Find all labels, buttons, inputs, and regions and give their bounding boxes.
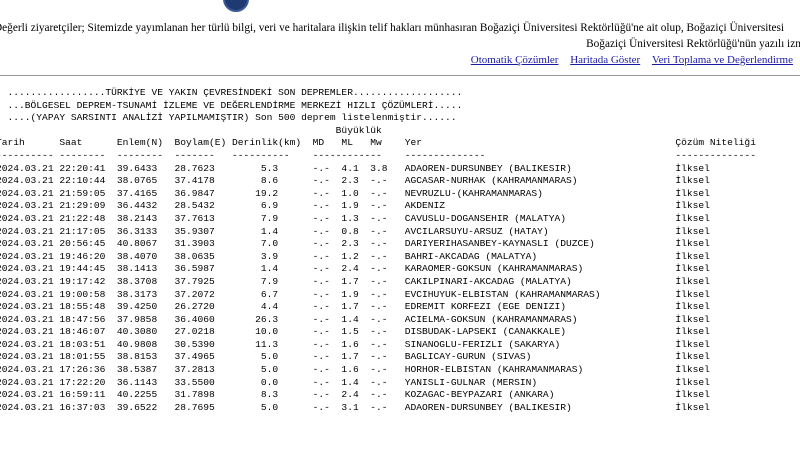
title-line: .................TÜRKİYE VE YAKIN ÇEVRES…: [0, 87, 463, 98]
university-logo: [223, 0, 249, 12]
show-on-map-link[interactable]: Haritada Göster: [570, 54, 640, 66]
table-row: 2024.03.21 17:26:36 38.5387 37.2813 5.0 …: [0, 364, 710, 376]
table-row: 2024.03.21 17:22:20 36.1143 33.5500 0.0 …: [0, 376, 710, 388]
automatic-solutions-link[interactable]: Otomatik Çözümler: [471, 54, 559, 66]
top-links: Otomatik Çözümler Haritada Göster Veri T…: [462, 54, 793, 66]
center-line: ...BÖLGESEL DEPREM-TSUNAMİ İZLEME VE DEĞ…: [0, 99, 463, 111]
table-row: 2024.03.21 22:10:44 38.0765 37.4178 8.6 …: [0, 175, 710, 187]
table-row: 2024.03.21 20:56:45 40.8067 31.3903 7.0 …: [0, 238, 710, 250]
table-row: 2024.03.21 21:59:05 37.4165 36.9847 19.2…: [0, 187, 710, 199]
column-header: Tarih Saat Enlem(N) Boylam(E) Derinlik(k…: [0, 137, 756, 149]
table-row: 2024.03.21 18:01:55 38.8153 37.4965 5.0 …: [0, 351, 710, 363]
magnitude-label: Büyüklük: [0, 124, 382, 136]
earthquake-list: .................TÜRKİYE VE YAKIN ÇEVRES…: [0, 87, 756, 414]
copyright-notice-line-2: Boğaziçi Üniversitesi Rektörlüğü'nün yaz…: [586, 38, 800, 50]
table-row: 2024.03.21 19:44:45 38.1413 36.5987 1.4 …: [0, 263, 710, 275]
data-collection-link[interactable]: Veri Toplama ve Değerlendirme: [652, 54, 793, 66]
table-row: 2024.03.21 19:00:58 38.3173 37.2072 6.7 …: [0, 288, 710, 300]
table-row: 2024.03.21 22:20:41 39.6433 28.7623 5.3 …: [0, 162, 710, 174]
info-line: ....(YAPAY SARSINTI ANALİZİ YAPILMAMIŞTI…: [0, 112, 457, 124]
table-row: 2024.03.21 21:17:05 36.3133 35.9307 1.4 …: [0, 225, 710, 237]
copyright-notice-line-1: Değerli ziyaretçiler; Sitemizde yayımlan…: [0, 22, 785, 34]
table-row: 2024.03.21 19:17:42 38.3708 37.7925 7.9 …: [0, 275, 710, 287]
table-row: 2024.03.21 21:22:48 38.2143 37.7613 7.9 …: [0, 212, 710, 224]
table-row: 2024.03.21 18:55:48 39.4250 26.2720 4.4 …: [0, 301, 710, 313]
table-row: 2024.03.21 19:46:20 38.4070 38.0635 3.9 …: [0, 250, 710, 262]
table-row: 2024.03.21 18:47:56 37.9858 36.4060 26.3…: [0, 313, 710, 325]
table-row: 2024.03.21 16:37:03 39.6522 28.7695 5.0 …: [0, 401, 710, 413]
table-row: 2024.03.21 16:59:11 40.2255 31.7898 8.3 …: [0, 389, 710, 401]
table-row: 2024.03.21 18:46:07 40.3080 27.0218 10.0…: [0, 326, 710, 338]
table-row: 2024.03.21 21:29:09 36.4432 28.5432 6.9 …: [0, 200, 710, 212]
header-separator: ---------- -------- -------- ------- ---…: [0, 149, 756, 161]
divider: [0, 75, 800, 76]
table-row: 2024.03.21 18:03:51 40.9808 30.5390 11.3…: [0, 338, 710, 350]
